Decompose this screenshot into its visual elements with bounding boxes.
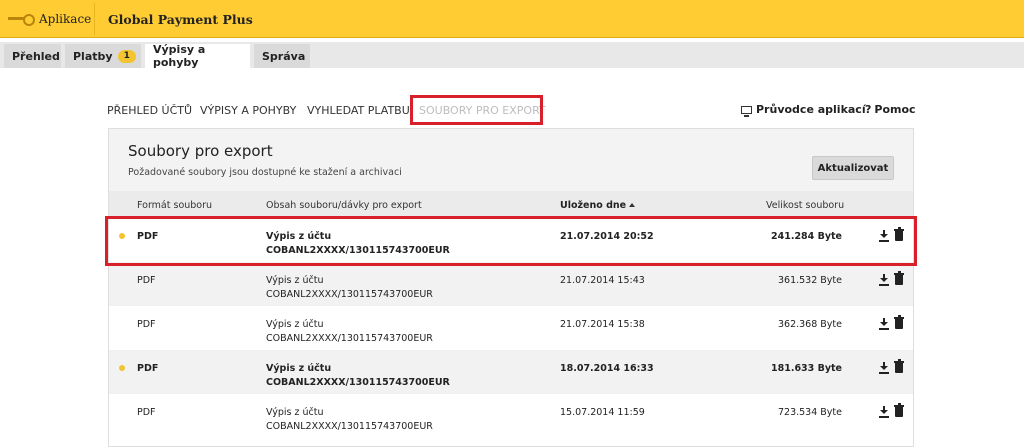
tab-statements-label: Výpisy a pohyby xyxy=(153,43,206,69)
download-icon-base xyxy=(879,372,889,374)
row-saved-date: 21.07.2014 15:38 xyxy=(560,319,645,330)
applications-label: Aplikace xyxy=(39,12,92,26)
tab-payments[interactable]: Platby 1 xyxy=(65,44,141,68)
download-icon-base xyxy=(879,328,889,330)
key-icon xyxy=(8,14,35,26)
row-content-title: Výpis z účtu xyxy=(266,319,324,330)
row-format: PDF xyxy=(137,319,156,330)
help-link[interactable]: ? Pomoc xyxy=(865,103,916,116)
trash-icon[interactable] xyxy=(894,315,904,329)
row-content-account: COBANL2XXXX/130115743700EUR xyxy=(266,421,433,432)
refresh-button[interactable]: Aktualizovat xyxy=(812,156,894,180)
table-row[interactable]: PDF Výpis z účtu COBANL2XXXX/13011574370… xyxy=(109,394,913,438)
trash-icon[interactable] xyxy=(894,359,904,373)
download-icon-base xyxy=(879,416,889,418)
col-file-size: Velikost souboru xyxy=(766,200,845,211)
tab-payments-label: Platby xyxy=(73,49,113,63)
trash-icon[interactable] xyxy=(894,271,904,285)
download-icon-base xyxy=(879,284,889,286)
subnav-search-payment[interactable]: VYHLEDAT PLATBU xyxy=(307,104,410,117)
panel-subtitle: Požadované soubory jsou dostupné ke staž… xyxy=(128,167,402,178)
row-format: PDF xyxy=(137,275,156,286)
row-format: PDF xyxy=(137,363,159,374)
col-file-format: Formát souboru xyxy=(137,200,213,211)
row-content-title: Výpis z účtu xyxy=(266,275,324,286)
module-tabs: Přehled Platby 1 Výpisy a pohyby Správa xyxy=(0,42,1024,69)
tab-administration[interactable]: Správa xyxy=(254,44,310,68)
row-file-size: 362.368 Byte xyxy=(777,319,842,330)
tab-statements-movements[interactable]: Výpisy a pohyby xyxy=(145,43,250,69)
panel-header: Soubory pro export Požadované soubory js… xyxy=(109,129,913,191)
help-icon: ? xyxy=(865,103,872,116)
app-guide-label: Průvodce aplikací xyxy=(756,103,866,116)
row-format: PDF xyxy=(137,407,156,418)
monitor-icon xyxy=(741,105,752,117)
highlight-box-row xyxy=(105,216,917,266)
table-header: Formát souboru Obsah souboru/dávky pro e… xyxy=(109,191,913,218)
sort-ascending-icon xyxy=(629,203,636,207)
export-files-panel: Soubory pro export Požadované soubory js… xyxy=(108,128,914,447)
subnav-account-overview[interactable]: PŘEHLED ÚČTŮ xyxy=(107,104,192,117)
table-row[interactable]: PDF Výpis z účtu COBANL2XXXX/13011574370… xyxy=(109,306,913,350)
row-content-account: COBANL2XXXX/130115743700EUR xyxy=(266,377,450,388)
row-file-size: 181.633 Byte xyxy=(771,363,842,374)
row-saved-date: 21.07.2014 15:43 xyxy=(560,275,645,286)
tab-overview[interactable]: Přehled xyxy=(4,44,61,68)
tab-administration-label: Správa xyxy=(262,49,306,63)
payments-count-badge: 1 xyxy=(117,49,136,63)
table-row[interactable]: PDF Výpis z účtu COBANL2XXXX/13011574370… xyxy=(109,262,913,306)
top-bar: Aplikace Global Payment Plus xyxy=(0,0,1024,38)
help-label: Pomoc xyxy=(874,103,916,116)
col-saved-date-label: Uloženo dne xyxy=(560,200,627,211)
row-content-account: COBANL2XXXX/130115743700EUR xyxy=(266,333,433,344)
app-guide-link[interactable]: Průvodce aplikací xyxy=(741,103,866,117)
row-content-title: Výpis z účtu xyxy=(266,363,332,374)
row-file-size: 361.532 Byte xyxy=(777,275,842,286)
tab-overview-label: Přehled xyxy=(12,49,60,63)
trash-icon[interactable] xyxy=(894,403,904,417)
row-file-size: 723.534 Byte xyxy=(777,407,842,418)
applications-button[interactable]: Aplikace xyxy=(3,3,95,35)
table-row[interactable]: PDF Výpis z účtu COBANL2XXXX/13011574370… xyxy=(109,350,913,394)
row-saved-date: 15.07.2014 11:59 xyxy=(560,407,645,418)
app-title: Global Payment Plus xyxy=(108,12,253,27)
row-content-title: Výpis z účtu xyxy=(266,407,324,418)
unread-indicator xyxy=(119,365,125,371)
panel-title: Soubory pro export xyxy=(128,142,273,160)
col-saved-date[interactable]: Uloženo dne xyxy=(560,200,636,211)
highlight-box-nav xyxy=(410,95,543,125)
subnav-statements[interactable]: VÝPISY A POHYBY xyxy=(200,104,296,117)
row-content-account: COBANL2XXXX/130115743700EUR xyxy=(266,289,433,300)
row-saved-date: 18.07.2014 16:33 xyxy=(560,363,654,374)
col-content: Obsah souboru/dávky pro export xyxy=(266,200,422,211)
